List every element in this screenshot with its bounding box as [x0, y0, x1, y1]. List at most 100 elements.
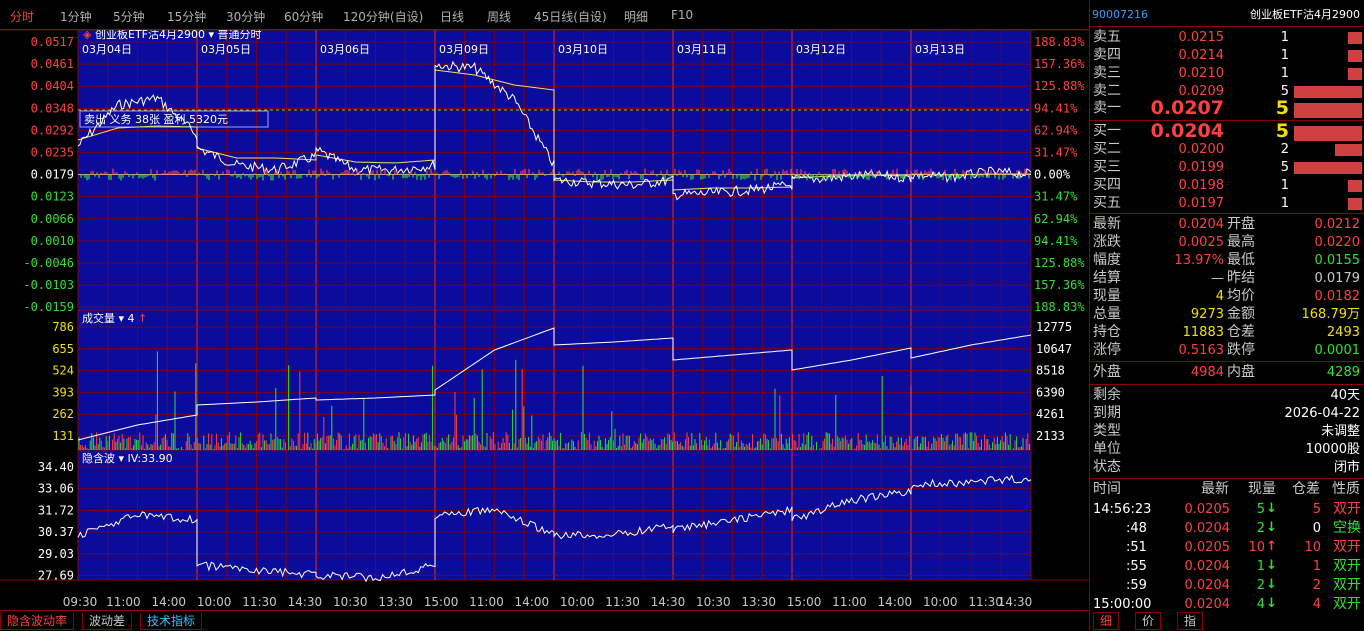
stat-value: 4	[1215, 289, 1224, 304]
pct-tick: 62.94%	[1034, 212, 1078, 226]
book-qty: 5	[1280, 160, 1289, 175]
timeframe-tab[interactable]: 5分钟	[113, 8, 145, 25]
chart-area[interactable]: 0.0517 188.83% 0.0461 157.36% 0.0404 125.88% 0…	[0, 27, 1089, 610]
timeframe-tab[interactable]: 1分钟	[60, 8, 92, 25]
pct-tick: 125.88%	[1034, 79, 1085, 93]
trade-row[interactable]: :59 0.0204 2 ↓ 2 双开	[1090, 577, 1364, 595]
time-tick: 11:00	[832, 595, 867, 609]
timeframe-tab[interactable]: 分时	[10, 8, 34, 25]
tab-vol-spread[interactable]: 波动差	[82, 613, 133, 630]
trade-row[interactable]: :55 0.0204 1 ↓ 1 双开	[1090, 558, 1364, 576]
tab-tech-indicator[interactable]: 技术指标	[140, 613, 203, 630]
tab-detail[interactable]: 细	[1093, 612, 1120, 630]
book-qty: 1	[1280, 178, 1289, 193]
info-value: 未调整	[1320, 424, 1360, 439]
trade-price: 0.0205	[1184, 502, 1231, 517]
book-label: 卖三	[1093, 65, 1121, 81]
outer-label: 外盘	[1093, 364, 1121, 380]
stat-value: —	[1211, 271, 1224, 286]
timeframe-tab[interactable]: F10	[671, 8, 693, 22]
iv-tick: 34.40	[38, 460, 74, 474]
trade-row[interactable]: :51 0.0205 10 ↑ 10 双开	[1090, 539, 1364, 557]
date-label: 03月13日	[915, 43, 965, 56]
price-tick: 0.0179	[31, 168, 74, 182]
tab-price[interactable]: 价	[1135, 612, 1162, 630]
book-price: 0.0199	[1178, 160, 1225, 175]
timeframe-tab[interactable]: 15分钟	[167, 8, 206, 25]
pct-tick: 62.94%	[1034, 123, 1078, 137]
timeframe-tab[interactable]: 120分钟(自设)	[343, 8, 423, 25]
price-tick: 0.0123	[31, 190, 74, 204]
oi-tick: 12775	[1036, 320, 1072, 334]
stat-value: 0.0204	[1178, 217, 1225, 232]
divider	[1090, 120, 1364, 121]
book-qty: 1	[1280, 196, 1289, 211]
price-tick: 0.0292	[31, 123, 74, 137]
time-tick: 14:30	[998, 595, 1033, 609]
stat-value: 0.0182	[1314, 289, 1361, 304]
stat-value: 9273	[1190, 307, 1224, 322]
time-tick: 14:30	[651, 595, 686, 609]
stat-label: 最低	[1227, 252, 1255, 268]
intraday-chart-svg[interactable]: 0.0517 188.83% 0.0461 157.36% 0.0404 125.88% 0…	[0, 27, 1089, 610]
trade-row[interactable]: 15:00:00 0.0204 4 ↓ 4 双开	[1090, 596, 1364, 614]
stat-value: 0.0001	[1314, 343, 1361, 358]
volume-tick: 786	[52, 320, 74, 334]
trade-price: 0.0204	[1184, 597, 1231, 612]
stat-value: 13.97%	[1174, 253, 1224, 268]
stat-label: 结算	[1093, 270, 1121, 286]
arrow-down-icon: ↓	[1266, 501, 1277, 516]
timeframe-tab[interactable]: 明细	[624, 8, 648, 25]
stat-label: 总量	[1093, 306, 1121, 322]
timeframe-tab[interactable]: 45日线(自设)	[534, 8, 607, 25]
trade-row[interactable]: :48 0.0204 2 ↓ 0 空换	[1090, 520, 1364, 538]
timeframe-tab[interactable]: 30分钟	[226, 8, 265, 25]
diamond-icon: ◈	[83, 30, 92, 41]
tab-index[interactable]: 指	[1177, 612, 1204, 630]
divider	[1090, 26, 1364, 27]
book-price: 0.0210	[1178, 66, 1225, 81]
option-name: 创业板ETF沽4月2900	[1250, 8, 1360, 21]
timeframe-tab[interactable]: 日线	[440, 8, 464, 25]
pct-tick: 125.88%	[1034, 256, 1085, 270]
time-tick: 14:00	[515, 595, 550, 609]
trade-qty: 4	[1256, 597, 1265, 612]
trade-oi-diff: 2	[1312, 578, 1321, 593]
trade-time: :48	[1126, 521, 1147, 536]
time-tick: 14:30	[288, 595, 323, 609]
trade-row[interactable]: 14:56:23 0.0205 5 ↓ 5 双开	[1090, 501, 1364, 519]
divider	[1090, 361, 1364, 362]
iv-tick: 29.03	[38, 547, 74, 561]
book-price: 0.0198	[1178, 178, 1225, 193]
date-label: 03月09日	[439, 43, 489, 56]
stat-label: 开盘	[1227, 216, 1255, 232]
depth-bar	[1294, 103, 1362, 118]
price-tick: 0.0010	[31, 234, 74, 248]
info-value: 2026-04-22	[1284, 406, 1360, 421]
date-label: 03月05日	[201, 43, 251, 56]
time-tick: 13:30	[741, 595, 776, 609]
time-tick: 11:30	[605, 595, 640, 609]
stat-label: 幅度	[1093, 252, 1121, 268]
price-tick: 0.0066	[31, 212, 74, 226]
stat-label: 涨停	[1093, 342, 1121, 358]
trade-oi-diff: 0	[1312, 521, 1321, 536]
tab-implied-vol[interactable]: 隐含波动率	[0, 613, 75, 630]
price-tick: -0.0159	[23, 300, 74, 314]
trade-nature: 双开	[1333, 596, 1361, 612]
info-label: 类型	[1093, 423, 1121, 439]
timeframe-tab[interactable]: 周线	[487, 8, 511, 25]
trade-nature: 空换	[1333, 520, 1361, 536]
trade-qty: 2	[1256, 578, 1265, 593]
timeframe-tab[interactable]: 60分钟	[284, 8, 323, 25]
trade-time: 14:56:23	[1093, 502, 1152, 517]
stat-label: 涨跌	[1093, 234, 1121, 250]
depth-bar	[1348, 68, 1362, 80]
trade-qty: 10	[1248, 540, 1265, 555]
stat-value: 168.79万	[1301, 307, 1361, 322]
iv-tick: 30.37	[38, 525, 74, 539]
time-tick: 10:30	[333, 595, 368, 609]
book-qty: 5	[1275, 97, 1289, 119]
trades-header-qty: 现量	[1248, 481, 1276, 497]
book-label: 卖四	[1093, 47, 1121, 63]
